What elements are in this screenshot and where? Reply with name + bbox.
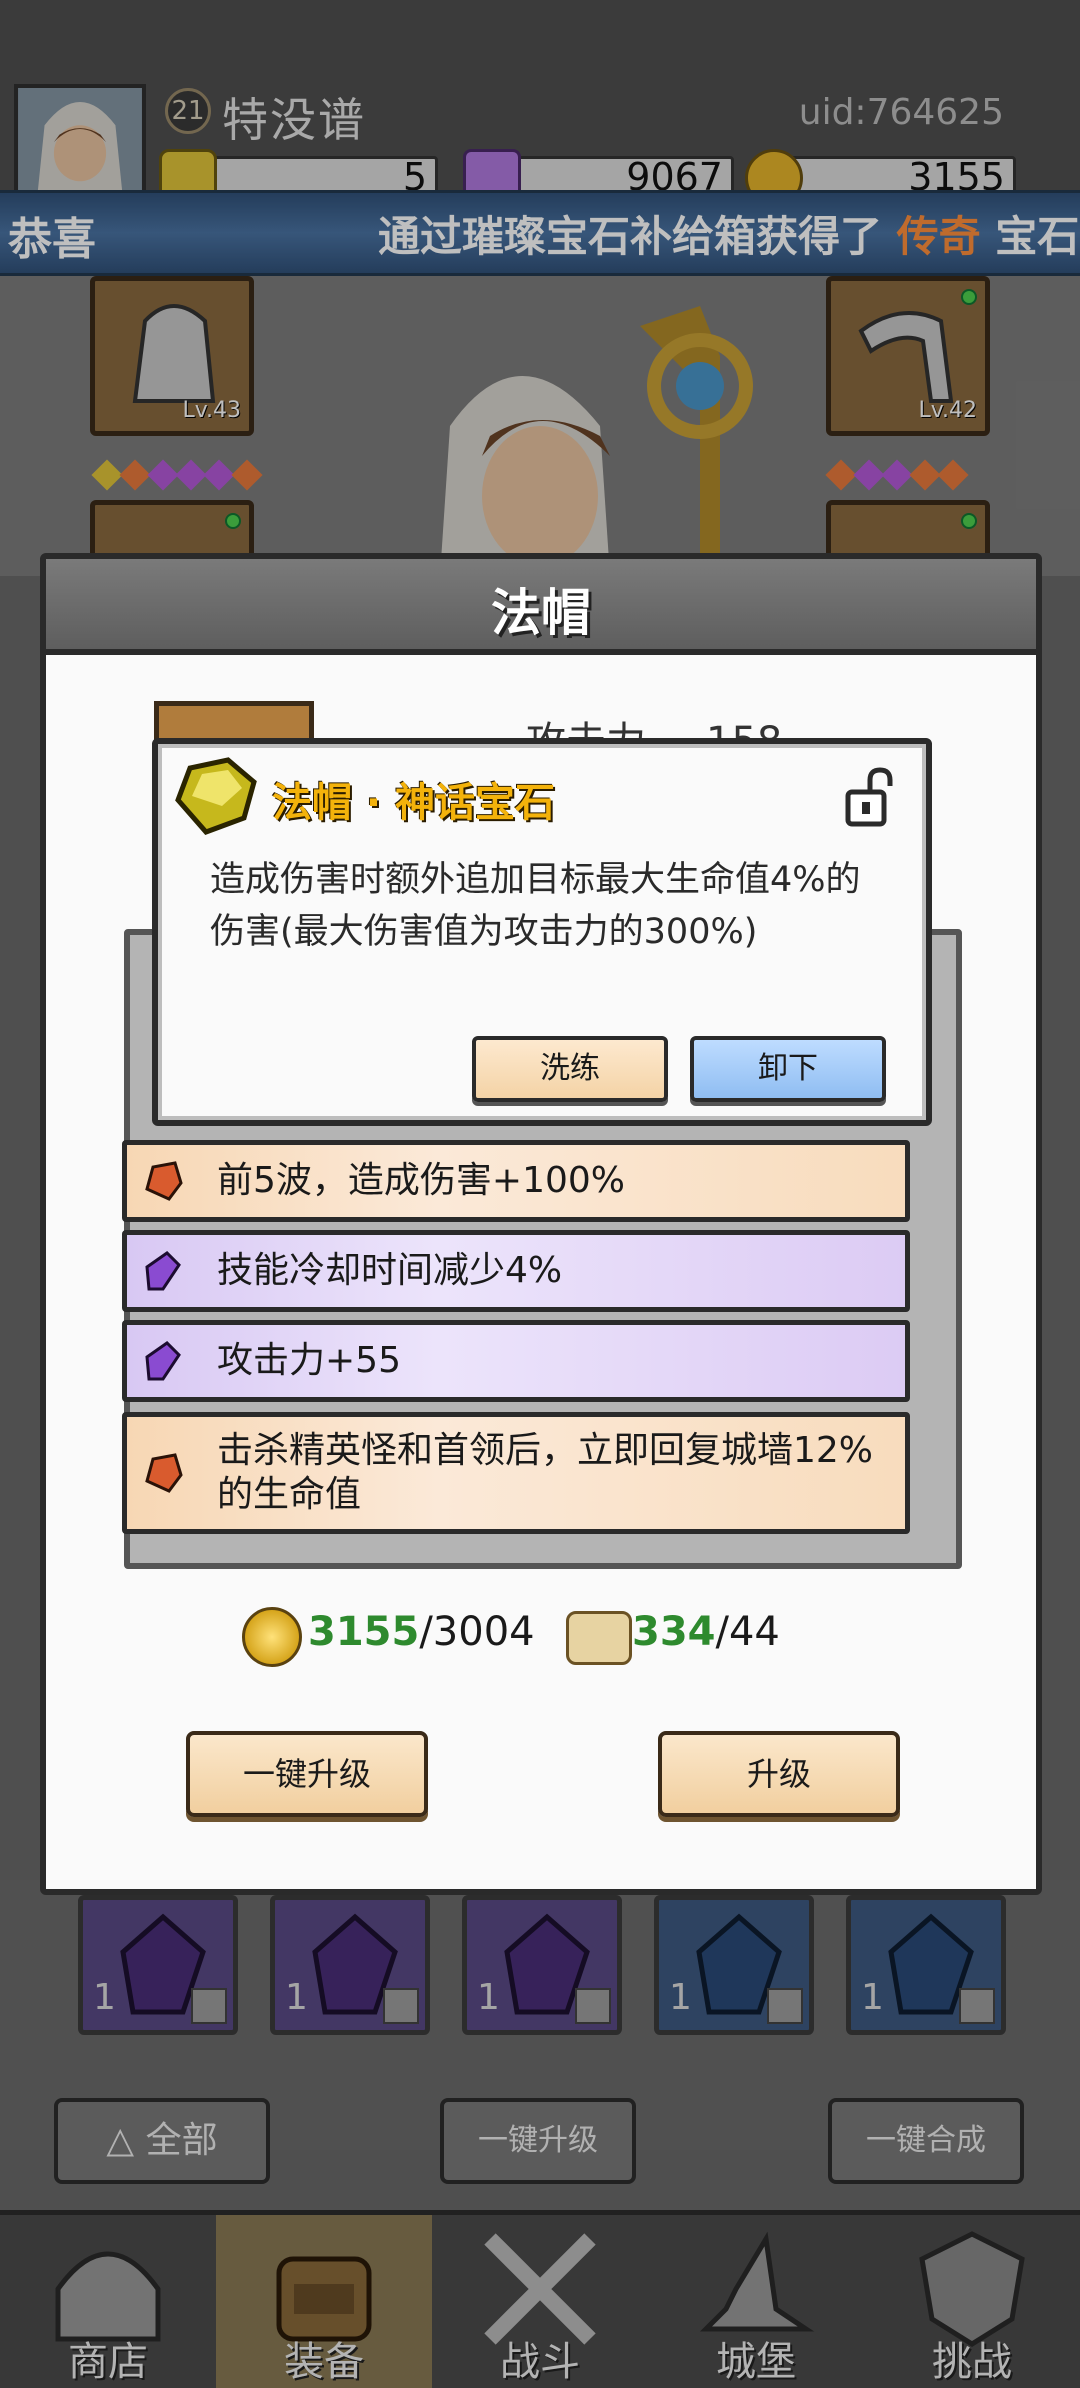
dialog-header: 法帽 bbox=[46, 559, 1036, 655]
game-screen: 21 特没谱 uid:764625 5 9067 3155 恭喜 通过璀璨宝石补… bbox=[0, 0, 1080, 2388]
orange-gem-icon bbox=[145, 1453, 183, 1493]
affix-row: 攻击力+55 bbox=[122, 1320, 910, 1402]
unequip-button[interactable]: 卸下 bbox=[690, 1036, 886, 1102]
affix-text: 击杀精英怪和首领后，立即回复城墙12%的生命值 bbox=[217, 1430, 874, 1515]
coin-cost: 3155/3004 bbox=[308, 1609, 535, 1655]
mythic-gem-icon bbox=[175, 757, 257, 835]
one-click-upgrade-button[interactable]: 一键升级 bbox=[186, 1731, 428, 1817]
scroll-owned: 334 bbox=[632, 1609, 716, 1655]
affix-row: 前5波，造成伤害+100% bbox=[122, 1140, 910, 1222]
scroll-icon bbox=[566, 1611, 632, 1665]
orange-gem-icon bbox=[145, 1161, 183, 1201]
gem-description: 造成伤害时额外追加目标最大生命值4%的伤害(最大伤害值为攻击力的300%) bbox=[210, 860, 861, 952]
coin-owned: 3155 bbox=[308, 1609, 420, 1655]
purple-gem-icon bbox=[145, 1341, 181, 1381]
reforge-button[interactable]: 洗练 bbox=[472, 1036, 668, 1102]
dialog-title: 法帽 bbox=[491, 584, 591, 642]
coin-icon bbox=[242, 1607, 302, 1667]
affix-text: 攻击力+55 bbox=[217, 1340, 401, 1381]
scroll-cost: 334/44 bbox=[632, 1609, 780, 1655]
unlock-icon[interactable] bbox=[842, 766, 898, 828]
upgrade-button[interactable]: 升级 bbox=[658, 1731, 900, 1817]
scroll-required: /44 bbox=[715, 1609, 780, 1655]
gem-detail-popup: 法帽 · 神话宝石 造成伤害时额外追加目标最大生命值4%的伤害(最大伤害值为攻击… bbox=[152, 738, 932, 1126]
affix-text: 技能冷却时间减少4% bbox=[217, 1250, 563, 1291]
coin-required: /3004 bbox=[419, 1609, 535, 1655]
affix-text: 前5波，造成伤害+100% bbox=[217, 1160, 625, 1201]
purple-gem-icon bbox=[145, 1251, 181, 1291]
gem-title: 法帽 · 神话宝石 bbox=[272, 780, 556, 826]
affix-row: 击杀精英怪和首领后，立即回复城墙12%的生命值 bbox=[122, 1412, 910, 1534]
affix-row: 技能冷却时间减少4% bbox=[122, 1230, 910, 1312]
